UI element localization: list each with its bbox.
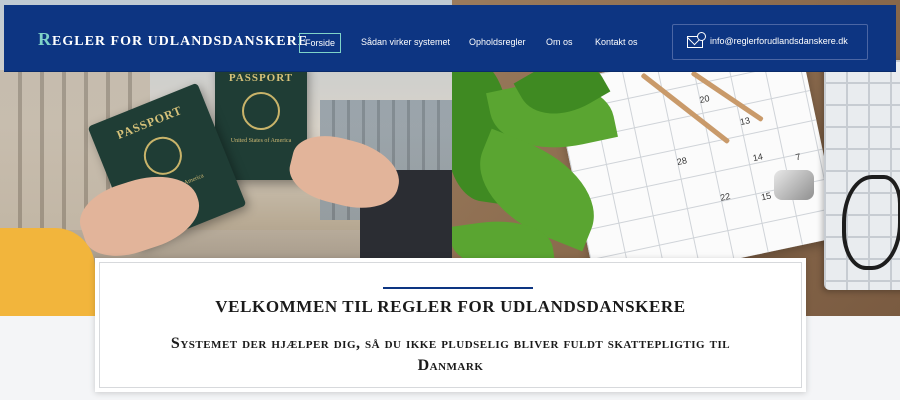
eyeglasses [842, 175, 900, 270]
nav-item-opholdsregler[interactable]: Opholdsregler [464, 33, 531, 53]
calendar-day: 14 [751, 151, 764, 164]
binder-clip [774, 170, 814, 200]
calendar-day: 20 [698, 93, 711, 106]
calendar-day: 15 [760, 190, 773, 203]
welcome-title: VELKOMMEN TIL REGLER FOR UDLANDSDANSKERE [215, 297, 686, 316]
nav-item-kontakt-os[interactable]: Kontakt os [590, 33, 643, 53]
welcome-subtitle: Systemet der hjælper dig, så du ikke plu… [170, 335, 731, 374]
passport-seal-icon [242, 92, 280, 130]
passport-country: United States of America [230, 138, 292, 144]
nav-item-saadan-virker-systemet[interactable]: Sådan virker systemet [356, 33, 455, 53]
nav-item-om-os[interactable]: Om os [541, 33, 578, 53]
nav-item-forside[interactable]: Forside [299, 33, 342, 53]
welcome-card-border: VELKOMMEN TIL REGLER FOR UDLANDSDANSKERE… [99, 262, 802, 388]
top-navbar: REGLER FOR UDLANDSDANSKERE Forside Sådan… [4, 5, 896, 72]
passport-seal-icon [138, 131, 188, 181]
calendar-day: 7 [794, 151, 802, 163]
logo-initial: R [38, 29, 52, 49]
mail-icon [687, 32, 706, 48]
welcome-card: VELKOMMEN TIL REGLER FOR UDLANDSDANSKERE… [95, 258, 806, 392]
card-divider [383, 287, 533, 289]
calendar-day: 22 [719, 190, 732, 203]
site-logo[interactable]: REGLER FOR UDLANDSDANSKERE [38, 29, 308, 50]
yellow-sleeve [0, 228, 95, 316]
logo-text: EGLER FOR UDLANDSDANSKERE [52, 34, 309, 49]
contact-email-link[interactable]: info@reglerforudlandsdanskere.dk [672, 24, 868, 60]
passport-title: PASSPORT [228, 72, 294, 84]
calendar-day: 13 [739, 115, 751, 128]
calendar-day: 28 [675, 155, 688, 168]
contact-email-text: info@reglerforudlandsdanskere.dk [710, 36, 848, 46]
